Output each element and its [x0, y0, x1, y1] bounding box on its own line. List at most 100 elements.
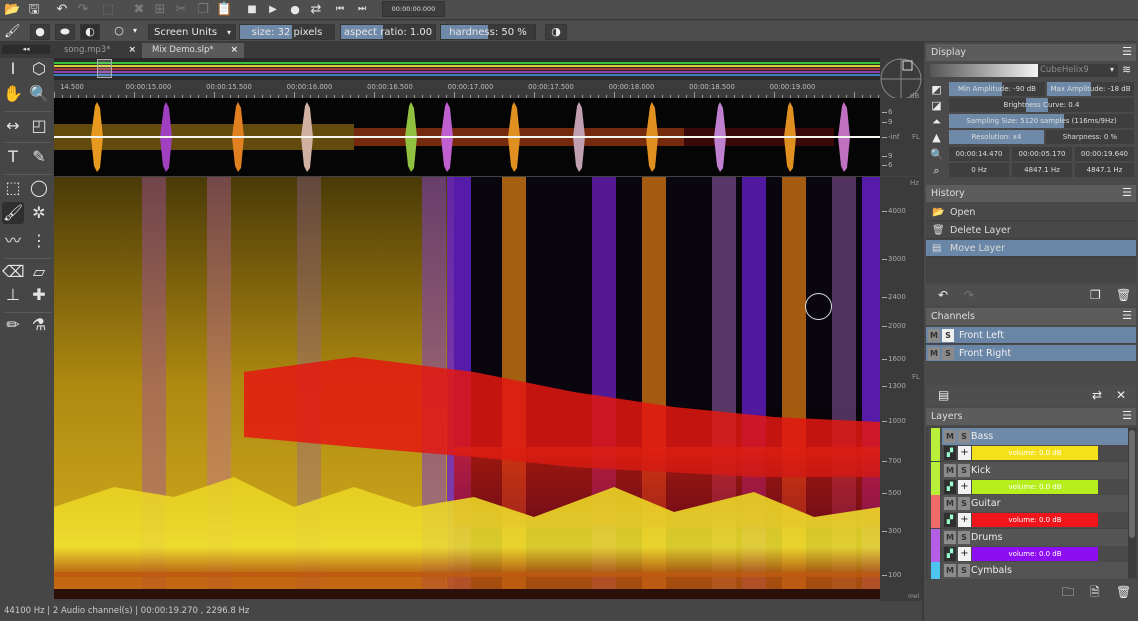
time-select-tool-icon[interactable]: I: [2, 58, 24, 80]
spray-tool-icon[interactable]: ⚗: [28, 314, 50, 336]
redo-icon[interactable]: ↷: [964, 288, 974, 302]
scrollbar-thumb[interactable]: [1129, 430, 1135, 538]
layer-row-cymbals[interactable]: MSCymbals▞+volume: 0.0 dB: [928, 562, 1128, 579]
freq-start-field[interactable]: 0 Hz: [949, 163, 1009, 177]
chevron-down-icon[interactable]: ▾: [128, 24, 142, 40]
panel-menu-icon[interactable]: ☰: [1122, 46, 1132, 58]
history-item[interactable]: 🗑 Delete Layer: [926, 222, 1136, 239]
lasso-tool-icon[interactable]: ◯: [28, 177, 50, 199]
sampling-size-slider[interactable]: Sampling Size: 5120 samples (116ms/9Hz): [949, 114, 1134, 128]
loop-icon[interactable]: ⇄: [308, 2, 324, 18]
eraser-tool-icon[interactable]: ⌫: [2, 261, 25, 283]
layer-row-guitar[interactable]: M S Guitar ▞ + volume: 0.0 dB: [928, 495, 1128, 528]
redo-icon[interactable]: ↷: [75, 2, 91, 18]
close-icon[interactable]: ×: [230, 43, 238, 58]
rect-select-tool-icon[interactable]: ⬚: [2, 177, 24, 199]
time-length-field[interactable]: 00:00:05.170: [1012, 147, 1072, 161]
solo-button[interactable]: S: [958, 564, 970, 577]
zoom-tool-icon[interactable]: 🔍: [28, 83, 50, 105]
panel-menu-icon[interactable]: ☰: [1122, 187, 1132, 199]
open-folder-icon[interactable]: 📂: [4, 2, 20, 18]
layer-color-swatch[interactable]: [931, 428, 940, 461]
solo-button[interactable]: S: [958, 463, 970, 477]
cut-icon[interactable]: ✂: [173, 2, 189, 18]
crop-tool-icon[interactable]: ◰: [28, 115, 50, 137]
resolution-slider[interactable]: Resolution: x4: [949, 130, 1044, 144]
time-stretch-tool-icon[interactable]: ↔: [2, 115, 24, 137]
units-dropdown[interactable]: Screen Units ▾: [148, 24, 236, 40]
pencil-tool-icon[interactable]: ✏: [2, 314, 24, 336]
mute-button[interactable]: M: [944, 463, 956, 477]
time-end-field[interactable]: 00:00:19.640: [1075, 147, 1134, 161]
time-ruler[interactable]: 14.500 00:00:15.000 00:00:15.500 00:00:16.0…: [54, 80, 880, 98]
close-icon[interactable]: ×: [128, 43, 136, 58]
brush-icon[interactable]: 🖌: [4, 24, 21, 40]
play-icon[interactable]: ▶: [265, 2, 281, 18]
mute-button[interactable]: M: [944, 564, 956, 577]
record-icon[interactable]: ●: [287, 2, 303, 18]
layer-volume-slider[interactable]: volume: 0.0 dB: [972, 446, 1098, 460]
overview-bar[interactable]: [54, 58, 880, 80]
mute-button[interactable]: M: [944, 530, 956, 544]
sharpness-slider[interactable]: Sharpness: 0 %: [1046, 130, 1134, 144]
add-effect-button[interactable]: +: [958, 479, 971, 494]
brush-shape-round-icon[interactable]: ●: [30, 24, 50, 40]
undo-icon[interactable]: ↶: [938, 288, 948, 302]
channel-row-front-right[interactable]: M S Front Right: [926, 345, 1136, 362]
new-layer-icon[interactable]: 🗎: [1090, 585, 1100, 599]
overview-viewport-handle[interactable]: [97, 59, 112, 78]
history-item[interactable]: 📂 Open: [926, 204, 1136, 221]
mute-button[interactable]: M: [944, 430, 956, 443]
layer-color-swatch[interactable]: [931, 495, 940, 528]
layer-volume-slider[interactable]: volume: 0.0 dB: [972, 546, 1098, 561]
panel-menu-icon[interactable]: ☰: [1122, 310, 1132, 322]
spectrogram-view[interactable]: [54, 177, 880, 599]
solo-button[interactable]: S: [958, 530, 970, 544]
brush-select-tool-icon[interactable]: 🖌: [2, 202, 24, 224]
clone-stamp-tool-icon[interactable]: ⊥: [2, 284, 24, 306]
merge-channels-icon[interactable]: ✕: [1116, 388, 1126, 402]
mute-button[interactable]: M: [944, 497, 956, 510]
copy-icon[interactable]: ❐: [195, 2, 211, 18]
collapse-toolbox-button[interactable]: ◂◂: [2, 45, 50, 54]
trash-icon[interactable]: 🗑: [1116, 585, 1131, 599]
panel-menu-icon[interactable]: ☰: [1122, 410, 1132, 422]
paste-icon[interactable]: 📋: [216, 2, 232, 18]
layer-color-swatch[interactable]: [931, 461, 940, 495]
colormap-dropdown[interactable]: CubeHelix9 ▾: [930, 64, 1118, 77]
solo-button[interactable]: S: [958, 430, 970, 443]
soft-eraser-tool-icon[interactable]: ▱: [28, 261, 50, 283]
freq-length-field[interactable]: 4847.1 Hz: [1012, 163, 1072, 177]
brush-shape-soft-icon[interactable]: ⬬: [55, 24, 75, 40]
max-amplitude-slider[interactable]: Max Amplitude: -18 dB: [1047, 82, 1134, 96]
magic-wand-tool-icon[interactable]: ✲: [28, 202, 50, 224]
delete-icon[interactable]: ✖: [131, 2, 147, 18]
layer-volume-slider[interactable]: volume: 0.0 dB: [972, 479, 1098, 494]
paste-new-icon[interactable]: ⊞: [152, 2, 168, 18]
layer-row-kick[interactable]: M S Kick ▞ + volume: 0.0 dB: [928, 461, 1128, 495]
select-all-icon[interactable]: ⬚: [100, 2, 116, 18]
brightness-curve-slider[interactable]: Brightness Curve: 0.4: [949, 98, 1134, 112]
dotted-line-tool-icon[interactable]: ⋮: [28, 230, 50, 252]
layers-scrollbar[interactable]: [1128, 428, 1136, 578]
text-tool-icon[interactable]: T: [2, 146, 24, 168]
layer-row-bass[interactable]: M S Bass ▞ + volume: 0.0 dB: [928, 428, 1128, 461]
duplicate-icon[interactable]: ❐: [1090, 288, 1101, 302]
solo-button[interactable]: S: [942, 329, 954, 342]
layer-color-swatch[interactable]: [931, 528, 940, 562]
swap-channels-icon[interactable]: ⇄: [1092, 388, 1102, 402]
add-effect-button[interactable]: +: [958, 446, 971, 460]
min-amplitude-slider[interactable]: Min Amplitude: -90 dB: [949, 82, 1045, 96]
stop-icon[interactable]: ■: [244, 2, 260, 18]
line-tool-icon[interactable]: 〰: [2, 230, 24, 252]
layer-color-swatch[interactable]: [931, 562, 940, 579]
freq-end-field[interactable]: 4847.1 Hz: [1075, 163, 1134, 177]
add-effect-button[interactable]: +: [958, 546, 971, 561]
layer-volume-slider[interactable]: volume: 0.0 dB: [972, 513, 1098, 527]
contrast-icon[interactable]: ◑: [545, 24, 567, 40]
channel-list-icon[interactable]: ▤: [938, 388, 949, 402]
waveform-view[interactable]: [54, 98, 880, 176]
solo-button[interactable]: S: [958, 497, 970, 510]
healing-tool-icon[interactable]: ✚: [28, 284, 50, 306]
layers-stack-icon[interactable]: ≋: [1122, 63, 1131, 76]
